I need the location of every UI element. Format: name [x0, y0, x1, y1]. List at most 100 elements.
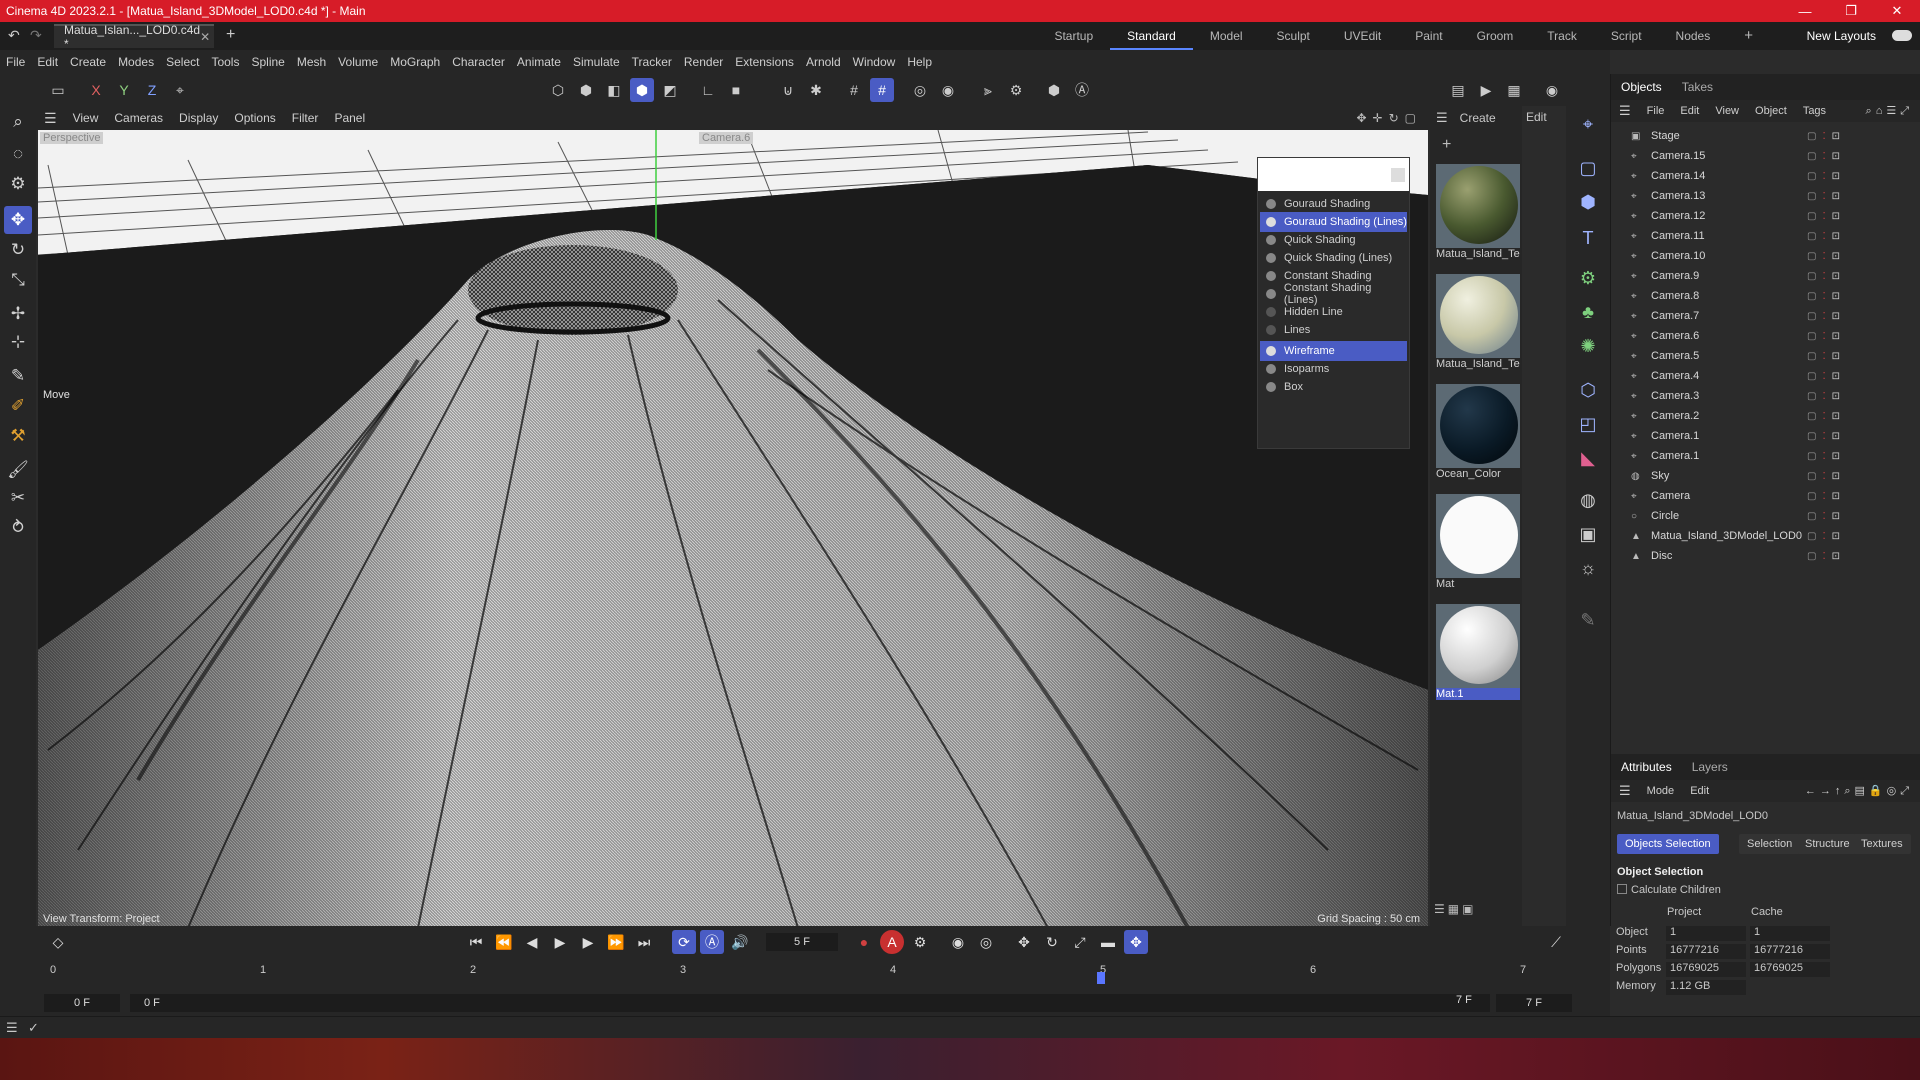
menu-modes[interactable]: Modes [112, 55, 160, 69]
rotate-tool-icon[interactable]: ↻ [4, 236, 32, 264]
attr-button-objects-selection[interactable]: Objects Selection [1617, 834, 1719, 854]
object-menu-view[interactable]: View [1707, 105, 1747, 117]
start-frame-field[interactable]: 0 F [44, 994, 120, 1012]
f-curve-icon[interactable]: ⟋ [1544, 930, 1568, 954]
viewport-menu-view[interactable]: View [65, 111, 107, 125]
menu-select[interactable]: Select [160, 55, 205, 69]
visibility-toggle[interactable]: ▢ ⁚ ⊡ [1807, 231, 1840, 242]
add-layout-icon[interactable]: + [1727, 22, 1770, 50]
keyframe-selection-icon[interactable]: ⚙ [908, 930, 932, 954]
scale-key-icon[interactable]: ⤢ [1068, 930, 1092, 954]
visibility-toggle[interactable]: ▢ ⁚ ⊡ [1807, 351, 1840, 362]
visibility-toggle[interactable]: ▢ ⁚ ⊡ [1807, 371, 1840, 382]
snap-tool-icon[interactable]: ⊹ [4, 328, 32, 356]
coordinate-system-icon[interactable]: ⌖ [168, 78, 192, 102]
object-row[interactable]: ⌖ Camera.12 ▢ ⁚ ⊡ [1611, 206, 1920, 226]
polygon-pen-icon[interactable]: ⚒ [4, 422, 32, 450]
shading-option-gouraud[interactable]: Gouraud Shading [1260, 194, 1407, 214]
shading-option-quick[interactable]: Quick Shading [1260, 230, 1407, 250]
knife-icon[interactable]: ✂ [4, 484, 32, 512]
workplane-grid-icon[interactable]: # [870, 78, 894, 102]
material-swatch[interactable]: Matua_Island_Text [1434, 162, 1522, 267]
parameter-key-icon[interactable]: ▬ [1096, 930, 1120, 954]
object-row[interactable]: ⌖ Camera.2 ▢ ⁚ ⊡ [1611, 406, 1920, 426]
visibility-toggle[interactable]: ▢ ⁚ ⊡ [1807, 291, 1840, 302]
sketch-icon[interactable]: ✐ [4, 392, 32, 420]
close-icon[interactable]: ✕ [1874, 3, 1920, 19]
live-selection-icon[interactable]: ◌ [4, 140, 32, 168]
polygons-mode-icon[interactable]: ◧ [602, 78, 626, 102]
light-icon[interactable]: ☼ [1574, 554, 1602, 582]
menu-character[interactable]: Character [446, 55, 511, 69]
workplane-icon[interactable]: ▭ [46, 78, 70, 102]
shading-option-constant-lines[interactable]: Constant Shading (Lines) [1260, 282, 1407, 306]
camera-icon[interactable]: ⌖ [1574, 110, 1602, 138]
menu-create[interactable]: Create [64, 55, 112, 69]
object-row[interactable]: ▣ Stage ▢ ⁚ ⊡ [1611, 126, 1920, 146]
document-tab[interactable]: Matua_Islan..._LOD0.c4d * ✕ [54, 23, 214, 51]
render-picture-viewer-icon[interactable]: ▶ [1474, 78, 1498, 102]
material-view-mode-icons[interactable]: ☰▦▣ [1434, 902, 1476, 916]
material-menu-edit[interactable]: Edit [1526, 110, 1547, 124]
material-menu-icon[interactable]: ☰ [1430, 110, 1454, 126]
attribute-nav-icons[interactable]: ←→↑⌕▤🔒◎⤢ [1797, 784, 1920, 798]
visibility-toggle[interactable]: ▢ ⁚ ⊡ [1807, 551, 1840, 562]
select-settings-icon[interactable]: ⚙ [4, 170, 32, 198]
points-mode-icon[interactable]: ⬡ [546, 78, 570, 102]
range-start-field[interactable]: 0 F [130, 994, 1490, 1012]
visibility-toggle[interactable]: ▢ ⁚ ⊡ [1807, 451, 1840, 462]
object-row[interactable]: ⌖ Camera.1 ▢ ⁚ ⊡ [1611, 446, 1920, 466]
record-icon[interactable]: ● [852, 930, 876, 954]
menu-file[interactable]: File [0, 55, 31, 69]
visibility-toggle[interactable]: ▢ ⁚ ⊡ [1807, 131, 1840, 142]
menu-render[interactable]: Render [678, 55, 729, 69]
playhead[interactable] [1097, 972, 1105, 984]
z-axis-lock-icon[interactable]: Z [140, 78, 164, 102]
axis-mode-icon[interactable]: ∟ [696, 78, 720, 102]
quantize-icon[interactable]: ◉ [936, 78, 960, 102]
object-row[interactable]: ⌖ Camera.10 ▢ ⁚ ⊡ [1611, 246, 1920, 266]
frame-rate-icon[interactable]: Ⓐ [700, 930, 724, 954]
object-row[interactable]: ⌖ Camera.15 ▢ ⁚ ⊡ [1611, 146, 1920, 166]
shading-option-gouraud-lines[interactable]: Gouraud Shading (Lines) [1260, 212, 1407, 232]
menu-animate[interactable]: Animate [511, 55, 567, 69]
spline-tag-icon[interactable]: ◣ [1574, 444, 1602, 472]
object-row[interactable]: ⌖ Camera.13 ▢ ⁚ ⊡ [1611, 186, 1920, 206]
object-row[interactable]: ◍ Sky ▢ ⁚ ⊡ [1611, 466, 1920, 486]
brush-icon[interactable]: 🖌 [4, 456, 32, 484]
menu-tools[interactable]: Tools [205, 55, 245, 69]
visibility-toggle[interactable]: ▢ ⁚ ⊡ [1807, 271, 1840, 282]
viewport-menu-display[interactable]: Display [171, 111, 226, 125]
redshift-icon[interactable]: ◉ [1540, 78, 1564, 102]
layout-tab-script[interactable]: Script [1594, 22, 1659, 50]
object-row[interactable]: ⌖ Camera.9 ▢ ⁚ ⊡ [1611, 266, 1920, 286]
viewport-menu-icon[interactable]: ☰ [36, 110, 65, 127]
shading-option-hidden-line[interactable]: Hidden Line [1260, 302, 1407, 322]
edges-mode-icon[interactable]: ⬢ [574, 78, 598, 102]
tab-layers[interactable]: Layers [1682, 760, 1738, 774]
motion-record-icon[interactable]: ◉ [946, 930, 970, 954]
visibility-toggle[interactable]: ▢ ⁚ ⊡ [1807, 471, 1840, 482]
layout-tab-sculpt[interactable]: Sculpt [1260, 22, 1327, 50]
go-to-start-icon[interactable]: ⏮ [464, 930, 488, 954]
layout-tab-track[interactable]: Track [1530, 22, 1594, 50]
object-row[interactable]: ⌖ Camera.6 ▢ ⁚ ⊡ [1611, 326, 1920, 346]
attr-button-textures[interactable]: Textures [1853, 834, 1911, 854]
object-row[interactable]: ⌖ Camera.5 ▢ ⁚ ⊡ [1611, 346, 1920, 366]
menu-edit[interactable]: Edit [31, 55, 64, 69]
transform-tool-icon[interactable]: ✢ [4, 300, 32, 328]
viewport-menu-filter[interactable]: Filter [284, 111, 327, 125]
add-material-icon[interactable]: + [1442, 136, 1451, 154]
object-row[interactable]: ⌖ Camera.4 ▢ ⁚ ⊡ [1611, 366, 1920, 386]
next-key-icon[interactable]: ⏩ [604, 930, 628, 954]
object-row[interactable]: ⌖ Camera.7 ▢ ⁚ ⊡ [1611, 306, 1920, 326]
new-tab-icon[interactable]: + [226, 26, 235, 44]
symmetry-settings-icon[interactable]: ⚙ [1004, 78, 1028, 102]
object-row[interactable]: ⌖ Camera.1 ▢ ⁚ ⊡ [1611, 426, 1920, 446]
shading-option-wireframe[interactable]: Wireframe [1260, 341, 1407, 361]
point-level-key-icon[interactable]: ✥ [1124, 930, 1148, 954]
menu-mesh[interactable]: Mesh [291, 55, 332, 69]
material-swatch[interactable]: Mat [1434, 492, 1522, 597]
visibility-toggle[interactable]: ▢ ⁚ ⊡ [1807, 211, 1840, 222]
tab-attributes[interactable]: Attributes [1611, 760, 1682, 774]
